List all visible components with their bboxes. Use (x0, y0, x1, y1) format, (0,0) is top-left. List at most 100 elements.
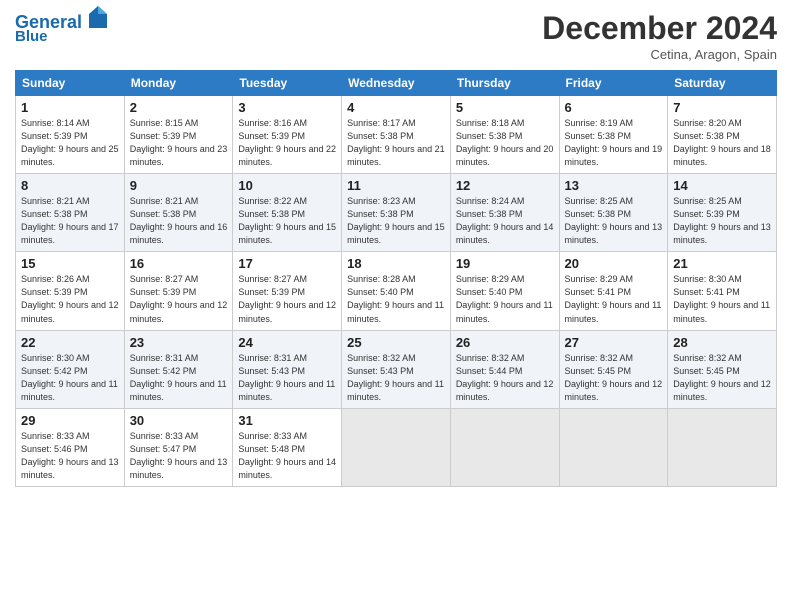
day-number: 15 (21, 256, 119, 271)
table-cell: 1 Sunrise: 8:14 AMSunset: 5:39 PMDaylight… (16, 96, 125, 174)
day-info: Sunrise: 8:27 AMSunset: 5:39 PMDaylight:… (130, 273, 228, 325)
table-cell: 22 Sunrise: 8:30 AMSunset: 5:42 PMDayligh… (16, 330, 125, 408)
month-title: December 2024 (542, 10, 777, 47)
day-info: Sunrise: 8:22 AMSunset: 5:38 PMDaylight:… (238, 195, 336, 247)
day-number: 19 (456, 256, 554, 271)
day-info: Sunrise: 8:21 AMSunset: 5:38 PMDaylight:… (130, 195, 228, 247)
day-info: Sunrise: 8:31 AMSunset: 5:43 PMDaylight:… (238, 352, 336, 404)
table-cell: 25 Sunrise: 8:32 AMSunset: 5:43 PMDayligh… (342, 330, 451, 408)
col-sunday: Sunday (16, 71, 125, 96)
table-cell: 15Sunrise: 8:26 AMSunset: 5:39 PMDayligh… (16, 252, 125, 330)
day-info: Sunrise: 8:16 AMSunset: 5:39 PMDaylight:… (238, 117, 336, 169)
day-number: 24 (238, 335, 336, 350)
day-info: Sunrise: 8:18 AMSunset: 5:38 PMDaylight:… (456, 117, 554, 169)
table-cell: 31Sunrise: 8:33 AMSunset: 5:48 PMDayligh… (233, 408, 342, 486)
day-number: 6 (565, 100, 663, 115)
day-info: Sunrise: 8:27 AMSunset: 5:39 PMDaylight:… (238, 273, 336, 325)
day-info: Sunrise: 8:24 AMSunset: 5:38 PMDaylight:… (456, 195, 554, 247)
table-cell: 21 Sunrise: 8:30 AMSunset: 5:41 PMDayligh… (668, 252, 777, 330)
table-cell: 2 Sunrise: 8:15 AMSunset: 5:39 PMDaylight… (124, 96, 233, 174)
day-number: 31 (238, 413, 336, 428)
table-cell: 24 Sunrise: 8:31 AMSunset: 5:43 PMDayligh… (233, 330, 342, 408)
table-cell (450, 408, 559, 486)
table-cell: 26 Sunrise: 8:32 AMSunset: 5:44 PMDayligh… (450, 330, 559, 408)
day-number: 10 (238, 178, 336, 193)
day-number: 21 (673, 256, 771, 271)
day-info: Sunrise: 8:25 AMSunset: 5:39 PMDaylight:… (673, 195, 771, 247)
day-number: 2 (130, 100, 228, 115)
table-cell: 23Sunrise: 8:31 AMSunset: 5:42 PMDayligh… (124, 330, 233, 408)
table-cell: 9Sunrise: 8:21 AMSunset: 5:38 PMDaylight… (124, 174, 233, 252)
day-info: Sunrise: 8:32 AMSunset: 5:45 PMDaylight:… (673, 352, 771, 404)
day-info: Sunrise: 8:32 AMSunset: 5:44 PMDaylight:… (456, 352, 554, 404)
day-info: Sunrise: 8:30 AMSunset: 5:42 PMDaylight:… (21, 352, 119, 404)
day-number: 26 (456, 335, 554, 350)
day-number: 5 (456, 100, 554, 115)
logo: General Blue (15, 10, 107, 45)
calendar-week-row: 22 Sunrise: 8:30 AMSunset: 5:42 PMDayligh… (16, 330, 777, 408)
calendar-table: Sunday Monday Tuesday Wednesday Thursday… (15, 70, 777, 487)
day-number: 1 (21, 100, 119, 115)
day-number: 22 (21, 335, 119, 350)
table-cell: 20 Sunrise: 8:29 AMSunset: 5:41 PMDayligh… (559, 252, 668, 330)
table-cell (342, 408, 451, 486)
day-info: Sunrise: 8:30 AMSunset: 5:41 PMDaylight:… (673, 273, 771, 325)
subtitle: Cetina, Aragon, Spain (542, 47, 777, 62)
table-cell: 4 Sunrise: 8:17 AMSunset: 5:38 PMDaylight… (342, 96, 451, 174)
table-cell: 8 Sunrise: 8:21 AMSunset: 5:38 PMDaylight… (16, 174, 125, 252)
col-friday: Friday (559, 71, 668, 96)
day-info: Sunrise: 8:21 AMSunset: 5:38 PMDaylight:… (21, 195, 119, 247)
table-cell: 29Sunrise: 8:33 AMSunset: 5:46 PMDayligh… (16, 408, 125, 486)
day-number: 16 (130, 256, 228, 271)
day-info: Sunrise: 8:32 AMSunset: 5:45 PMDaylight:… (565, 352, 663, 404)
day-info: Sunrise: 8:17 AMSunset: 5:38 PMDaylight:… (347, 117, 445, 169)
table-cell: 13Sunrise: 8:25 AMSunset: 5:38 PMDayligh… (559, 174, 668, 252)
day-info: Sunrise: 8:29 AMSunset: 5:40 PMDaylight:… (456, 273, 554, 325)
table-cell: 6 Sunrise: 8:19 AMSunset: 5:38 PMDaylight… (559, 96, 668, 174)
day-number: 30 (130, 413, 228, 428)
day-info: Sunrise: 8:28 AMSunset: 5:40 PMDaylight:… (347, 273, 445, 325)
day-info: Sunrise: 8:29 AMSunset: 5:41 PMDaylight:… (565, 273, 663, 325)
day-info: Sunrise: 8:32 AMSunset: 5:43 PMDaylight:… (347, 352, 445, 404)
day-number: 23 (130, 335, 228, 350)
calendar-header-row: Sunday Monday Tuesday Wednesday Thursday… (16, 71, 777, 96)
col-thursday: Thursday (450, 71, 559, 96)
table-cell: 7 Sunrise: 8:20 AMSunset: 5:38 PMDaylight… (668, 96, 777, 174)
day-info: Sunrise: 8:33 AMSunset: 5:47 PMDaylight:… (130, 430, 228, 482)
day-info: Sunrise: 8:20 AMSunset: 5:38 PMDaylight:… (673, 117, 771, 169)
day-info: Sunrise: 8:15 AMSunset: 5:39 PMDaylight:… (130, 117, 228, 169)
calendar-week-row: 15Sunrise: 8:26 AMSunset: 5:39 PMDayligh… (16, 252, 777, 330)
table-cell: 10 Sunrise: 8:22 AMSunset: 5:38 PMDayligh… (233, 174, 342, 252)
table-cell (559, 408, 668, 486)
day-info: Sunrise: 8:14 AMSunset: 5:39 PMDaylight:… (21, 117, 119, 169)
table-cell (668, 408, 777, 486)
table-cell: 17 Sunrise: 8:27 AMSunset: 5:39 PMDayligh… (233, 252, 342, 330)
table-cell: 30 Sunrise: 8:33 AMSunset: 5:47 PMDayligh… (124, 408, 233, 486)
day-number: 4 (347, 100, 445, 115)
day-number: 29 (21, 413, 119, 428)
col-wednesday: Wednesday (342, 71, 451, 96)
day-number: 7 (673, 100, 771, 115)
day-number: 12 (456, 178, 554, 193)
calendar-week-row: 8 Sunrise: 8:21 AMSunset: 5:38 PMDaylight… (16, 174, 777, 252)
header: General Blue December 2024 Cetina, Arago… (15, 10, 777, 62)
day-number: 8 (21, 178, 119, 193)
title-block: December 2024 Cetina, Aragon, Spain (542, 10, 777, 62)
table-cell: 19 Sunrise: 8:29 AMSunset: 5:40 PMDayligh… (450, 252, 559, 330)
day-number: 14 (673, 178, 771, 193)
day-number: 25 (347, 335, 445, 350)
table-cell: 3 Sunrise: 8:16 AMSunset: 5:39 PMDaylight… (233, 96, 342, 174)
col-tuesday: Tuesday (233, 71, 342, 96)
day-number: 11 (347, 178, 445, 193)
col-saturday: Saturday (668, 71, 777, 96)
table-cell: 5 Sunrise: 8:18 AMSunset: 5:38 PMDaylight… (450, 96, 559, 174)
day-number: 17 (238, 256, 336, 271)
logo-icon (89, 6, 107, 28)
table-cell: 18Sunrise: 8:28 AMSunset: 5:40 PMDayligh… (342, 252, 451, 330)
day-number: 27 (565, 335, 663, 350)
day-number: 20 (565, 256, 663, 271)
day-info: Sunrise: 8:19 AMSunset: 5:38 PMDaylight:… (565, 117, 663, 169)
day-number: 3 (238, 100, 336, 115)
table-cell: 28Sunrise: 8:32 AMSunset: 5:45 PMDayligh… (668, 330, 777, 408)
table-cell: 14 Sunrise: 8:25 AMSunset: 5:39 PMDayligh… (668, 174, 777, 252)
